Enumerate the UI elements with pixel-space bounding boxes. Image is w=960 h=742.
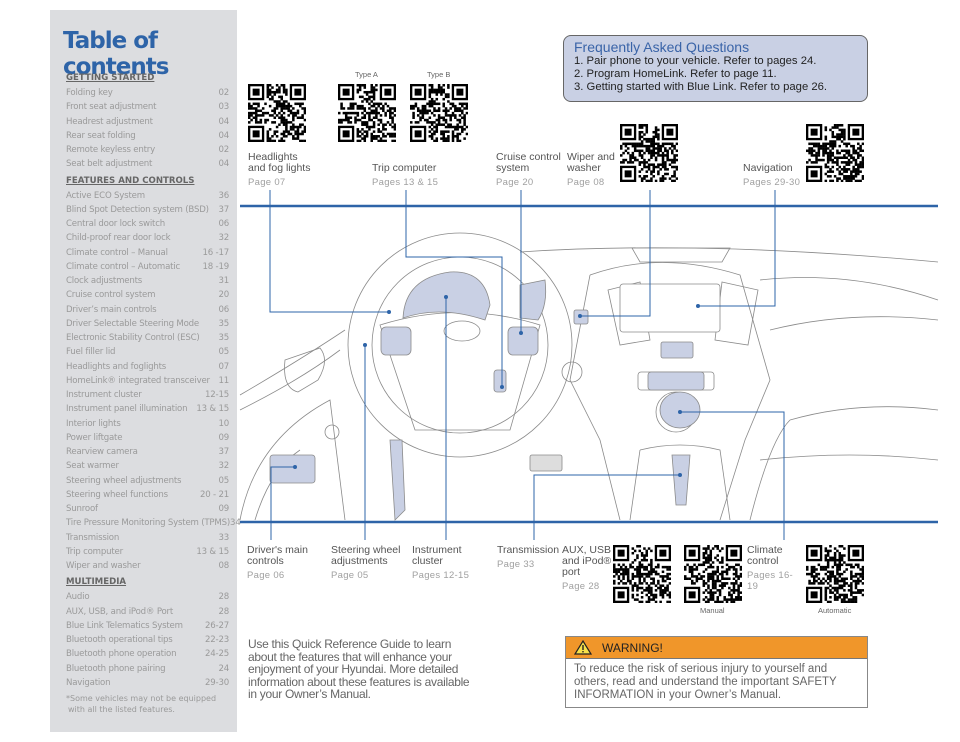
callout-headlights: Headlights and fog lights Page 07	[248, 151, 318, 189]
qr-code-wiper[interactable]	[620, 124, 678, 182]
callout-leader-lines	[240, 190, 938, 540]
qr-code-climate-manual[interactable]	[684, 545, 742, 603]
qr-code-headlights[interactable]	[248, 84, 306, 142]
callout-page: Page 05	[331, 570, 369, 581]
callout-wiper: Wiper and washer Page 08	[567, 151, 617, 189]
callout-cruise-control: Cruise control system Page 20	[496, 151, 564, 189]
intro-text: Use this Quick Reference Guide to learn …	[248, 637, 470, 701]
callout-trip-computer: Trip computer Pages 13 & 15	[372, 162, 439, 189]
callout-navigation: Navigation Pages 29-30	[743, 162, 801, 189]
qr-code-trip-type-b[interactable]	[410, 84, 468, 142]
qr-code-trip-type-a[interactable]	[338, 84, 396, 142]
callout-title: Driver's main controls	[247, 544, 308, 567]
callout-title: Headlights and fog lights	[248, 151, 311, 174]
qr-caption-automatic: Automatic	[818, 606, 852, 615]
callout-drivers-main-controls: Driver's main controls Page 06	[247, 544, 317, 582]
callout-title: Climate control	[747, 544, 783, 567]
callout-page: Page 33	[497, 559, 535, 570]
callout-page: Page 07	[248, 177, 286, 188]
warning-header: WARNING!	[566, 637, 867, 659]
callout-page: Page 06	[247, 570, 285, 581]
highlighted-controls	[269, 271, 721, 521]
callout-title: Navigation	[743, 162, 793, 174]
qr-code-climate-automatic[interactable]	[806, 545, 864, 603]
callout-aux-usb: AUX, USB and iPod® port Page 28	[562, 544, 612, 593]
callout-transmission: Transmission Page 33	[497, 544, 560, 571]
qr-caption-manual: Manual	[700, 606, 725, 615]
callout-title: Trip computer	[372, 162, 437, 174]
callout-title: Instrument cluster	[412, 544, 462, 567]
callout-title: Wiper and washer	[567, 151, 615, 174]
callout-title: Transmission	[497, 544, 560, 556]
callout-page: Pages 12-15	[412, 570, 470, 581]
callout-page: Pages 16-19	[747, 570, 794, 592]
callout-title: AUX, USB and iPod® port	[562, 544, 612, 578]
qr-caption-type-b: Type B	[427, 70, 451, 79]
callout-page: Page 20	[496, 177, 534, 188]
qr-code-navigation[interactable]	[806, 124, 864, 182]
callout-page: Pages 29-30	[743, 177, 801, 188]
qr-code-aux[interactable]	[613, 545, 671, 603]
callout-climate-control: Climate control Pages 16-19	[747, 544, 803, 593]
callout-title: Cruise control system	[496, 151, 561, 174]
callout-steering-wheel: Steering wheel adjustments Page 05	[331, 544, 403, 582]
callout-instrument-cluster: Instrument cluster Pages 12-15	[412, 544, 472, 582]
warning-title: WARNING!	[602, 640, 663, 655]
warning-body: To reduce the risk of serious injury to …	[574, 663, 837, 701]
callout-page: Pages 13 & 15	[372, 177, 439, 188]
callout-page: Page 28	[562, 581, 600, 592]
dashboard-illustration	[239, 190, 939, 540]
dashboard-line-art	[239, 232, 939, 521]
callout-title: Steering wheel adjustments	[331, 544, 401, 567]
warning-triangle-icon	[574, 640, 592, 655]
qr-caption-type-a: Type A	[355, 70, 378, 79]
callout-page: Page 08	[567, 177, 605, 188]
warning-box: WARNING! To reduce the risk of serious i…	[565, 636, 868, 708]
